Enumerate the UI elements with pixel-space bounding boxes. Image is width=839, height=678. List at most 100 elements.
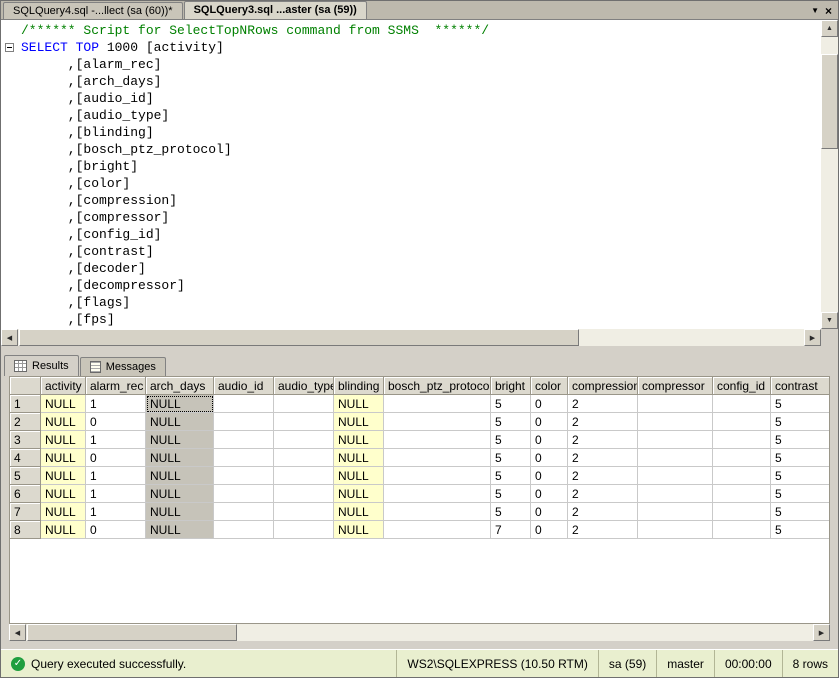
grid-cell[interactable]: 2 <box>568 467 638 485</box>
grid-cell[interactable]: 1 <box>86 467 146 485</box>
grid-cell[interactable] <box>638 431 713 449</box>
grid-cell[interactable]: 0 <box>531 503 568 521</box>
grid-cell[interactable]: 0 <box>531 485 568 503</box>
grid-cell[interactable]: NULL <box>41 431 86 449</box>
tab-results[interactable]: Results <box>4 355 79 376</box>
row-header[interactable]: 3 <box>10 431 41 449</box>
grid-cell[interactable]: NULL <box>146 521 214 539</box>
document-tab-sqlquery3[interactable]: SQLQuery3.sql ...aster (sa (59)) <box>184 1 367 19</box>
grid-cell[interactable] <box>713 395 771 413</box>
grid-cell[interactable]: 5 <box>771 467 830 485</box>
grid-cell[interactable]: 2 <box>568 431 638 449</box>
grid-cell[interactable]: NULL <box>146 485 214 503</box>
grid-cell[interactable]: NULL <box>146 467 214 485</box>
grid-cell[interactable] <box>214 449 274 467</box>
grid-cell[interactable] <box>713 503 771 521</box>
row-header[interactable]: 1 <box>10 395 41 413</box>
grid-cell[interactable]: NULL <box>41 467 86 485</box>
grid-cell[interactable]: 5 <box>771 449 830 467</box>
grid-cell[interactable]: 1 <box>86 485 146 503</box>
grid-cell[interactable] <box>214 521 274 539</box>
grid-cell[interactable]: NULL <box>41 485 86 503</box>
grid-cell[interactable] <box>214 395 274 413</box>
grid-cell[interactable]: NULL <box>41 521 86 539</box>
results-hscroll-thumb[interactable] <box>27 624 237 641</box>
column-header-audio_id[interactable]: audio_id <box>214 377 274 395</box>
grid-cell[interactable] <box>713 467 771 485</box>
column-header-contrast[interactable]: contrast <box>771 377 830 395</box>
grid-cell[interactable]: 5 <box>491 413 531 431</box>
scroll-right-icon[interactable]: ▶ <box>804 329 821 346</box>
grid-cell[interactable]: 0 <box>531 467 568 485</box>
grid-cell[interactable]: 5 <box>771 413 830 431</box>
grid-cell[interactable]: 1 <box>86 503 146 521</box>
grid-cell[interactable] <box>713 431 771 449</box>
grid-cell[interactable]: 5 <box>771 395 830 413</box>
grid-cell[interactable]: 0 <box>531 395 568 413</box>
grid-cell[interactable]: 2 <box>568 521 638 539</box>
column-header-audio_type[interactable]: audio_type <box>274 377 334 395</box>
column-header-bright[interactable]: bright <box>491 377 531 395</box>
grid-cell[interactable]: NULL <box>334 467 384 485</box>
grid-cell[interactable]: NULL <box>334 503 384 521</box>
grid-cell[interactable] <box>638 413 713 431</box>
grid-cell[interactable]: 0 <box>86 521 146 539</box>
tab-scroll-down-icon[interactable]: ▼ <box>811 6 819 16</box>
grid-cell[interactable]: 0 <box>531 413 568 431</box>
grid-cell[interactable]: 5 <box>491 431 531 449</box>
outline-collapse-icon[interactable] <box>5 43 14 52</box>
grid-cell[interactable]: 5 <box>491 467 531 485</box>
grid-cell[interactable]: 5 <box>491 485 531 503</box>
row-header[interactable]: 4 <box>10 449 41 467</box>
grid-cell[interactable]: 0 <box>86 413 146 431</box>
row-header[interactable]: 5 <box>10 467 41 485</box>
grid-cell[interactable] <box>713 521 771 539</box>
grid-cell[interactable]: 1 <box>86 431 146 449</box>
grid-cell[interactable]: NULL <box>41 413 86 431</box>
editor-code[interactable]: /****** Script for SelectTopNRows comman… <box>1 20 821 329</box>
grid-cell[interactable] <box>274 431 334 449</box>
column-header-compressor[interactable]: compressor <box>638 377 713 395</box>
tab-messages[interactable]: Messages <box>80 357 166 376</box>
grid-cell[interactable] <box>384 431 491 449</box>
grid-cell[interactable] <box>214 467 274 485</box>
editor-vertical-scrollbar[interactable]: ▲ ▼ <box>821 20 838 329</box>
close-document-icon[interactable]: × <box>825 5 832 17</box>
grid-cell[interactable] <box>384 413 491 431</box>
grid-cell[interactable] <box>638 395 713 413</box>
grid-cell[interactable]: NULL <box>146 413 214 431</box>
grid-cell[interactable] <box>384 485 491 503</box>
grid-cell[interactable]: 2 <box>568 503 638 521</box>
grid-cell[interactable] <box>214 485 274 503</box>
column-header-color[interactable]: color <box>531 377 568 395</box>
grid-cell[interactable]: NULL <box>334 413 384 431</box>
scroll-right-icon[interactable]: ▶ <box>813 624 830 641</box>
column-header-blinding[interactable]: blinding <box>334 377 384 395</box>
grid-cell[interactable]: 0 <box>531 521 568 539</box>
scroll-left-icon[interactable]: ◀ <box>9 624 26 641</box>
row-header[interactable]: 7 <box>10 503 41 521</box>
grid-cell[interactable] <box>274 485 334 503</box>
grid-cell[interactable] <box>713 449 771 467</box>
grid-cell[interactable] <box>713 485 771 503</box>
column-header-arch_days[interactable]: arch_days <box>146 377 214 395</box>
grid-cell[interactable]: 7 <box>491 521 531 539</box>
grid-cell[interactable] <box>638 521 713 539</box>
scroll-down-icon[interactable]: ▼ <box>821 312 838 329</box>
grid-cell[interactable] <box>638 449 713 467</box>
scroll-up-icon[interactable]: ▲ <box>821 20 838 37</box>
row-header[interactable]: 8 <box>10 521 41 539</box>
grid-cell[interactable]: NULL <box>41 449 86 467</box>
column-header-bosch_ptz_protocol[interactable]: bosch_ptz_protocol <box>384 377 491 395</box>
grid-cell[interactable] <box>274 467 334 485</box>
grid-cell[interactable] <box>384 503 491 521</box>
grid-cell[interactable]: 2 <box>568 413 638 431</box>
grid-cell[interactable] <box>274 449 334 467</box>
grid-cell[interactable]: 5 <box>771 431 830 449</box>
column-header-alarm_rec[interactable]: alarm_rec <box>86 377 146 395</box>
grid-cell[interactable]: NULL <box>146 395 214 413</box>
grid-cell[interactable]: 2 <box>568 395 638 413</box>
grid-cell[interactable]: 0 <box>531 449 568 467</box>
grid-cell[interactable] <box>214 431 274 449</box>
grid-cell[interactable] <box>214 503 274 521</box>
